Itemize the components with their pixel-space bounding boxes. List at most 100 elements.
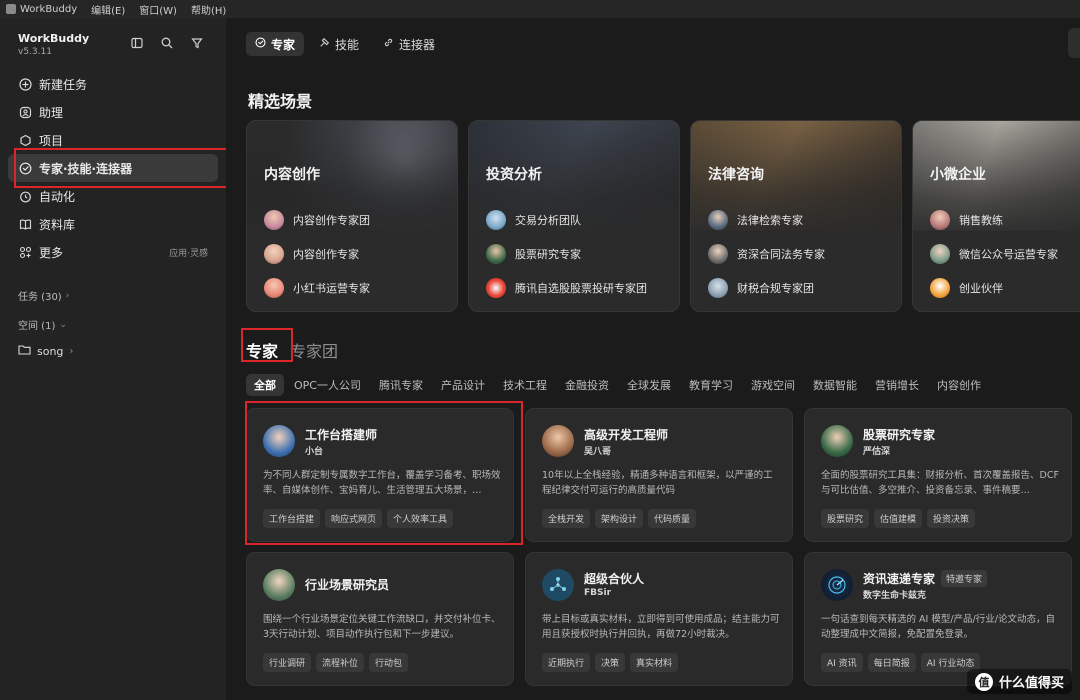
- category-data[interactable]: 数据智能: [805, 374, 865, 396]
- tab-skills[interactable]: 技能: [310, 32, 368, 56]
- scene-item[interactable]: 创业伙伴: [930, 271, 1058, 305]
- scene-card-smb[interactable]: 小微企业 销售教练 微信公众号运营专家 创业伙伴: [912, 120, 1080, 312]
- scene-item[interactable]: 法律检索专家: [708, 203, 825, 237]
- skill-icon: [319, 37, 330, 51]
- featured-scenes: 内容创作 内容创作专家团 内容创作专家 小红书运营专家 投资分析 交易分析团队 …: [246, 120, 1080, 312]
- menu-window[interactable]: 窗口(W): [139, 2, 177, 17]
- scene-item[interactable]: 销售教练: [930, 203, 1058, 237]
- spaces-section[interactable]: 空间 (1) ⌄: [18, 317, 67, 333]
- scene-item-label: 微信公众号运营专家: [959, 248, 1058, 261]
- category-finance[interactable]: 金融投资: [557, 374, 617, 396]
- folder-item-song[interactable]: song ›: [18, 344, 73, 358]
- scene-item-label: 财税合规专家团: [737, 282, 814, 295]
- app-name: WorkBuddy: [20, 3, 78, 15]
- scene-card-legal[interactable]: 法律咨询 法律检索专家 资深合同法务专家 财税合规专家团: [690, 120, 902, 312]
- sidebar-item-new-task[interactable]: 新建任务: [8, 70, 218, 98]
- main-content: 专家 技能 连接器 精选场景 内容创作 内容创作专家团 内容创作专家 小红书运营…: [226, 18, 1080, 700]
- category-marketing[interactable]: 营销增长: [867, 374, 927, 396]
- brand-name: WorkBuddy: [18, 32, 90, 45]
- expert-card[interactable]: 行业场景研究员 围绕一个行业场景定位关键工作流缺口，并交付补位卡、3天行动计划、…: [246, 552, 514, 686]
- sidebar-item-label: 更多: [39, 245, 64, 260]
- expert-description: 带上目标或真实材料，立即得到可使用成品；结主能力可用且获授权时执行并回执，再做7…: [542, 614, 780, 640]
- expert-card[interactable]: 超级合伙人 FBSir 带上目标或真实材料，立即得到可使用成品；结主能力可用且获…: [525, 552, 793, 686]
- sidebar-toggle-icon[interactable]: [130, 36, 144, 50]
- scene-item[interactable]: 腾讯自选股股票投研专家团: [486, 271, 647, 305]
- tab-connectors[interactable]: 连接器: [374, 32, 444, 56]
- brand-version: v5.3.11: [18, 47, 52, 57]
- scene-item[interactable]: 微信公众号运营专家: [930, 237, 1058, 271]
- book-icon: [18, 217, 32, 231]
- expert-name: 超级合伙人: [584, 572, 645, 586]
- expert-card[interactable]: 股票研究专家 严估深 全面的股票研究工具集：财报分析、首次覆盖报告、DCF与可比…: [804, 408, 1072, 542]
- sidebar-item-experts[interactable]: 专家·技能·连接器: [8, 154, 218, 182]
- scene-item[interactable]: 内容创作专家团: [264, 203, 370, 237]
- expert-card[interactable]: 工作台搭建师 小台 为不同人群定制专属数字工作台，覆盖学习备考、职场效率、自媒体…: [246, 408, 514, 542]
- sidebar-item-more[interactable]: 更多 应用·灵感: [8, 238, 218, 266]
- top-tabs: 专家 技能 连接器: [246, 32, 444, 56]
- expert-card[interactable]: 高级开发工程师 吴八哥 10年以上全栈经验，精通多种语言和框架，以严谨的工程纪律…: [525, 408, 793, 542]
- scene-item[interactable]: 财税合规专家团: [708, 271, 825, 305]
- tab-experts[interactable]: 专家: [246, 32, 305, 56]
- scene-card-content[interactable]: 内容创作 内容创作专家团 内容创作专家 小红书运营专家: [246, 120, 458, 312]
- category-content[interactable]: 内容创作: [929, 374, 989, 396]
- scene-item[interactable]: 小红书运营专家: [264, 271, 370, 305]
- category-all[interactable]: 全部: [246, 374, 284, 396]
- category-education[interactable]: 教育学习: [681, 374, 741, 396]
- menu-help[interactable]: 帮助(H): [191, 2, 226, 17]
- chevron-right-icon: ›: [65, 290, 70, 301]
- chevron-down-icon: ⌄: [59, 319, 67, 330]
- expert-tag: 决策: [595, 653, 626, 672]
- expert-icon: [18, 161, 32, 175]
- scene-item-label: 交易分析团队: [515, 214, 581, 227]
- avatar: [486, 210, 506, 230]
- scene-title: 小微企业: [930, 167, 986, 183]
- scene-item[interactable]: 股票研究专家: [486, 237, 647, 271]
- sidebar-item-assistant[interactable]: 助理: [8, 98, 218, 126]
- sidebar-item-label: 新建任务: [39, 77, 88, 92]
- tasks-section[interactable]: 任务 (30) ›: [18, 288, 70, 304]
- category-game[interactable]: 游戏空间: [743, 374, 803, 396]
- category-opc[interactable]: OPC一人公司: [286, 374, 369, 396]
- avatar: [708, 210, 728, 230]
- scene-item[interactable]: 内容创作专家: [264, 237, 370, 271]
- category-engineering[interactable]: 技术工程: [495, 374, 555, 396]
- category-product-design[interactable]: 产品设计: [433, 374, 493, 396]
- radar-icon: [821, 569, 853, 601]
- sidebar-item-library[interactable]: 资料库: [8, 210, 218, 238]
- project-icon: [18, 133, 32, 147]
- expert-author: FBSir: [584, 588, 612, 598]
- app-logo-icon: [6, 4, 16, 14]
- filter-icon[interactable]: [190, 36, 204, 50]
- sidebar-item-label: 自动化: [39, 189, 76, 204]
- expert-author: 严估深: [863, 447, 891, 457]
- tab-expert-team[interactable]: 专家团: [290, 338, 338, 362]
- menu-edit[interactable]: 编辑(E): [91, 2, 125, 17]
- expert-author: 小台: [305, 447, 324, 457]
- sidebar-item-project[interactable]: 项目: [8, 126, 218, 154]
- tab-expert[interactable]: 专家: [246, 338, 278, 362]
- expert-name: 资讯速递专家: [863, 572, 936, 586]
- expert-card[interactable]: 资讯速递专家 特邀专家 数字生命卡兹克 一句话查到每天精选的 AI 模型/产品/行…: [804, 552, 1072, 686]
- tab-label: 连接器: [399, 37, 436, 52]
- expert-description: 10年以上全栈经验，精通多种语言和框架，以严谨的工程纪律交付可运行的高质量代码: [542, 470, 773, 496]
- scene-title: 投资分析: [486, 167, 542, 183]
- avatar: [264, 210, 284, 230]
- scene-item[interactable]: 资深合同法务专家: [708, 237, 825, 271]
- search-icon[interactable]: [160, 36, 174, 50]
- expert-tag: 架构设计: [595, 509, 644, 528]
- expert-card-grid: 工作台搭建师 小台 为不同人群定制专属数字工作台，覆盖学习备考、职场效率、自媒体…: [246, 408, 1080, 700]
- scene-item[interactable]: 交易分析团队: [486, 203, 647, 237]
- top-right-button[interactable]: [1068, 28, 1080, 58]
- category-tencent[interactable]: 腾讯专家: [371, 374, 431, 396]
- network-icon: [542, 569, 574, 601]
- expert-tag: 近期执行: [542, 653, 591, 672]
- app-menu[interactable]: WorkBuddy: [0, 4, 77, 15]
- category-global[interactable]: 全球发展: [619, 374, 679, 396]
- expert-tag: 每日简报: [867, 653, 916, 672]
- expert-name: 高级开发工程师: [584, 428, 669, 442]
- more-extra-link[interactable]: 应用·灵感: [169, 246, 208, 259]
- avatar: [930, 210, 950, 230]
- scene-card-investment[interactable]: 投资分析 交易分析团队 股票研究专家 腾讯自选股股票投研专家团: [468, 120, 680, 312]
- expert-name: 股票研究专家: [863, 428, 936, 442]
- sidebar-item-automation[interactable]: 自动化: [8, 182, 218, 210]
